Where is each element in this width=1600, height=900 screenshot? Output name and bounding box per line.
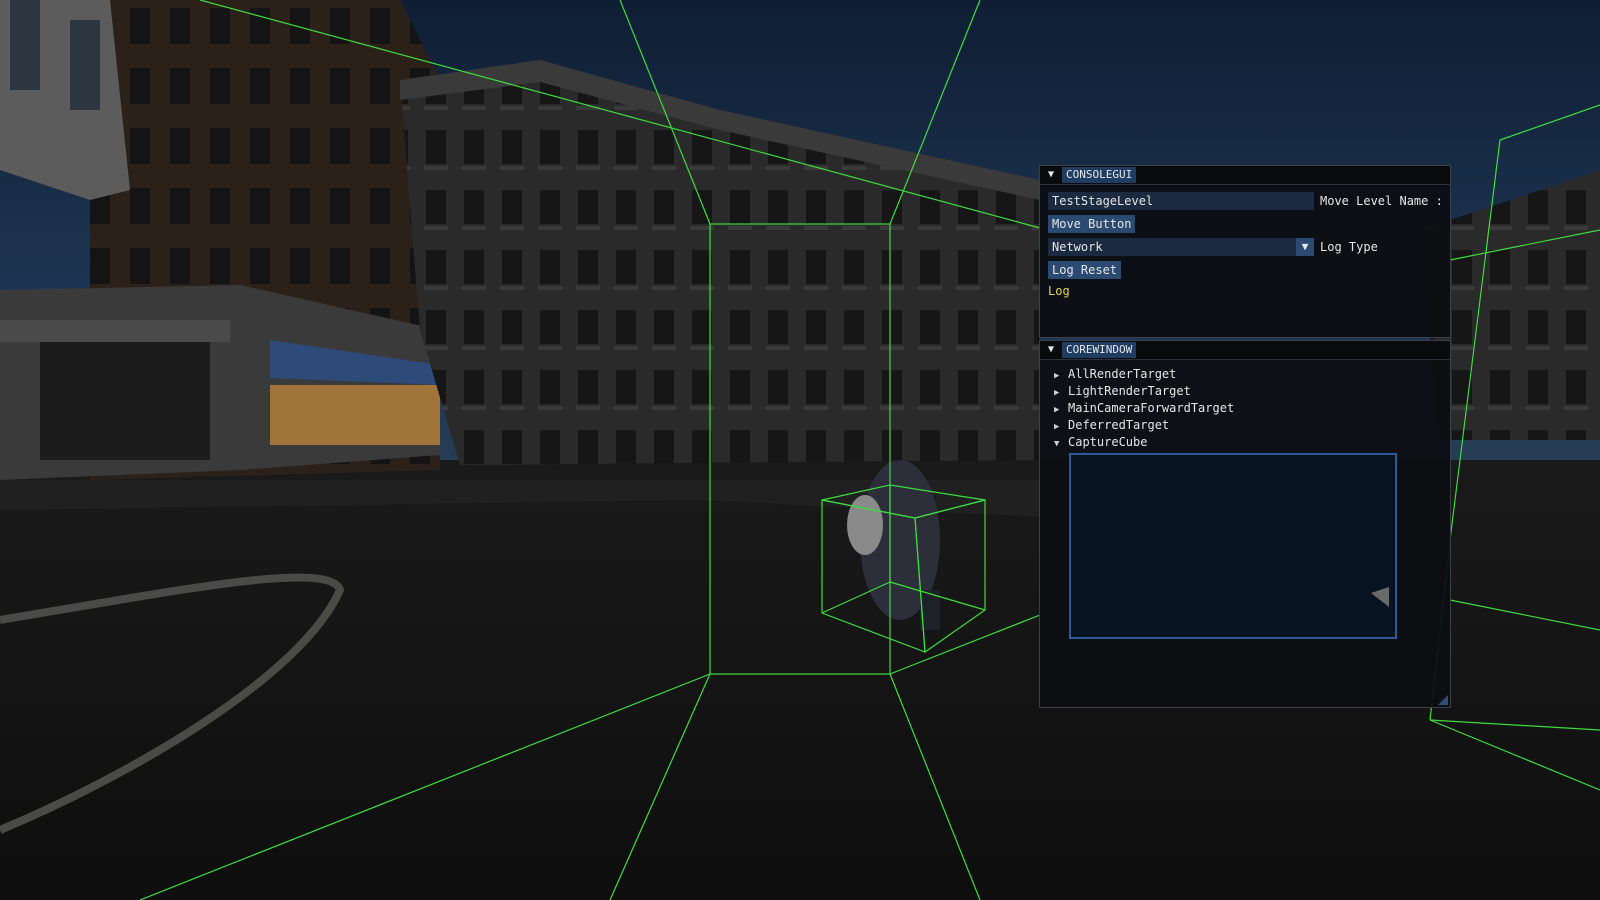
corewindow-window[interactable]: ▼ COREWINDOW ▶ AllRenderTarget ▶ LightRend… xyxy=(1039,340,1451,708)
tree-collapsed-arrow-icon: ▶ xyxy=(1054,371,1060,381)
corewindow-title: COREWINDOW xyxy=(1062,342,1137,358)
tree-collapsed-arrow-icon: ▶ xyxy=(1054,388,1060,398)
log-type-label: Log Type xyxy=(1320,240,1378,254)
level-name-input[interactable]: TestStageLevel xyxy=(1048,192,1314,210)
consolegui-title-bar[interactable]: ▼ CONSOLEGUI xyxy=(1040,166,1450,185)
capturecube-preview-image xyxy=(1069,453,1397,639)
tree-collapsed-arrow-icon: ▶ xyxy=(1054,405,1060,415)
log-output: Log xyxy=(1048,284,1070,298)
game-viewport[interactable]: ▼ CONSOLEGUI TestStageLevel Move Level N… xyxy=(0,0,1600,900)
tree-collapsed-arrow-icon: ▶ xyxy=(1054,422,1060,432)
level-name-label: Move Level Name : xyxy=(1320,194,1443,208)
move-button[interactable]: Move Button xyxy=(1048,215,1136,233)
tree-expanded-arrow-icon: ▼ xyxy=(1054,439,1060,449)
tree-node-maincameraforwardtarget[interactable]: ▶ MainCameraForwardTarget xyxy=(1054,400,1234,416)
consolegui-window[interactable]: ▼ CONSOLEGUI TestStageLevel Move Level N… xyxy=(1039,165,1451,338)
tree-node-allrendertarget[interactable]: ▶ AllRenderTarget xyxy=(1054,366,1176,382)
log-reset-button[interactable]: Log Reset xyxy=(1048,261,1122,279)
collapse-triangle-icon[interactable]: ▼ xyxy=(1045,343,1057,356)
consolegui-title: CONSOLEGUI xyxy=(1062,167,1137,183)
tree-node-capturecube[interactable]: ▼ CaptureCube xyxy=(1054,434,1147,450)
log-type-combo[interactable]: Network xyxy=(1048,238,1296,256)
tree-node-lightrendertarget[interactable]: ▶ LightRenderTarget xyxy=(1054,383,1191,399)
tree-node-deferredtarget[interactable]: ▶ DeferredTarget xyxy=(1054,417,1169,433)
corewindow-title-bar[interactable]: ▼ COREWINDOW xyxy=(1040,341,1450,360)
resize-grip-icon[interactable] xyxy=(1438,695,1448,705)
capturecube-preview-scene xyxy=(1071,455,1395,637)
combo-arrow-icon[interactable]: ▼ xyxy=(1296,238,1314,256)
collapse-triangle-icon[interactable]: ▼ xyxy=(1045,168,1057,181)
